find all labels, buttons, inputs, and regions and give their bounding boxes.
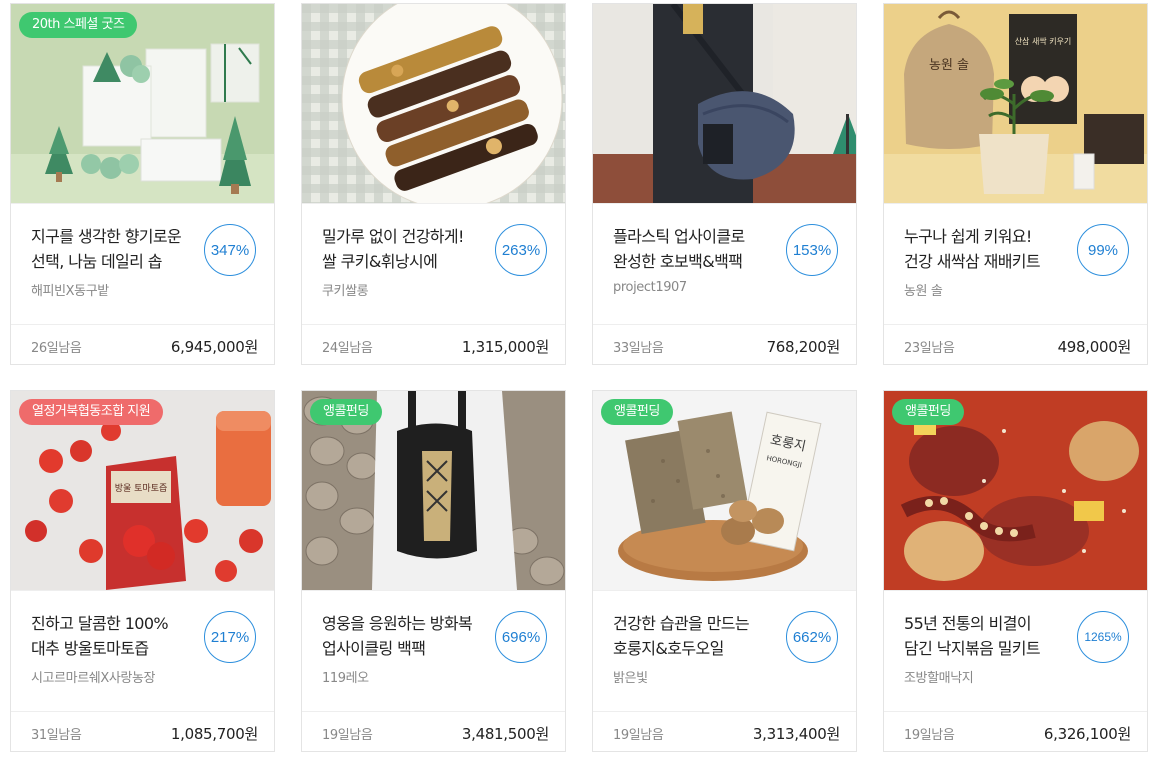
card-info: 밀가루 없이 건강하게! 쌀 쿠키&휘낭시에 쿠키쌀롱 263% [302, 204, 565, 325]
card-info: 진하고 달콤한 100% 대추 방울토마토즙 시고르마르쉐X사랑농장 217% [11, 591, 274, 712]
funded-amount: 3,481,500원 [461, 725, 549, 743]
card-title: 누구나 쉽게 키워요! 건강 새싹삼 재배키트 [904, 224, 1074, 274]
product-image: 농원 솔 산삼 새싹 키우기 [884, 4, 1147, 204]
funding-card[interactable]: 20th 스페셜 굿즈 지구를 생각한 향기로운 선택, 나눔 데일리 솝 해피… [10, 3, 275, 365]
maker-name: 시고르마르쉐X사랑농장 [31, 671, 156, 686]
title-line: 밀가루 없이 건강하게! [322, 227, 464, 246]
maker-name: project1907 [613, 280, 687, 295]
title-line: 선택, 나눔 데일리 솝 [31, 252, 163, 271]
funding-card[interactable]: 방울 토마토즙 열정거북협동조합 지원 진하고 달콤한 100% 대추 방울토마… [10, 390, 275, 752]
title-line: 완성한 호보백&백팩 [613, 252, 743, 271]
card-title: 밀가루 없이 건강하게! 쌀 쿠키&휘낭시에 [322, 224, 492, 274]
achievement-rate: 217% [204, 611, 256, 663]
funded-amount: 768,200원 [766, 338, 841, 356]
card-footer: 19일남음 6,326,100원 [884, 712, 1147, 751]
days-left: 24일남음 [322, 341, 373, 356]
funded-amount: 3,313,400원 [752, 725, 840, 743]
funding-card[interactable]: 농원 솔 산삼 새싹 키우기 누구나 쉽게 키워요! 건강 새싹삼 재배키트 농… [883, 3, 1148, 365]
card-title: 지구를 생각한 향기로운 선택, 나눔 데일리 솝 [31, 224, 201, 274]
title-line: 지구를 생각한 향기로운 [31, 227, 182, 246]
days-left: 19일남음 [613, 728, 664, 743]
card-info: 플라스틱 업사이클로 완성한 호보백&백팩 project1907 153% [593, 204, 856, 325]
card-info: 지구를 생각한 향기로운 선택, 나눔 데일리 솝 해피빈X동구밭 347% [11, 204, 274, 325]
funded-amount: 1,085,700원 [170, 725, 258, 743]
achievement-rate: 662% [786, 611, 838, 663]
achievement-rate: 1265% [1077, 611, 1129, 663]
product-image: 방울 토마토즙 열정거북협동조합 지원 [11, 391, 274, 591]
maker-name: 조방할매낙지 [904, 671, 974, 686]
maker-name: 쿠키쌀롱 [322, 284, 369, 299]
card-footer: 26일남음 6,945,000원 [11, 325, 274, 364]
product-image: 호룽지 HORONGJI 앵콜펀딩 [593, 391, 856, 591]
product-image [593, 4, 856, 204]
card-footer: 24일남음 1,315,000원 [302, 325, 565, 364]
title-line: 대추 방울토마토즙 [31, 639, 149, 658]
funding-card[interactable]: 앵콜펀딩 영웅을 응원하는 방화복 업사이클링 백팩 119레오 696% 19… [301, 390, 566, 752]
days-left: 19일남음 [322, 728, 373, 743]
promo-badge: 앵콜펀딩 [310, 399, 382, 425]
title-line: 업사이클링 백팩 [322, 639, 426, 658]
card-footer: 19일남음 3,481,500원 [302, 712, 565, 751]
card-title: 진하고 달콤한 100% 대추 방울토마토즙 [31, 611, 201, 661]
maker-name: 농원 솔 [904, 284, 943, 299]
funding-card[interactable]: 플라스틱 업사이클로 완성한 호보백&백팩 project1907 153% 3… [592, 3, 857, 365]
card-title: 건강한 습관을 만드는 호룽지&호두오일 [613, 611, 783, 661]
funding-card[interactable]: 앵콜펀딩 55년 전통의 비결이 담긴 낙지볶음 밀키트 조방할매낙지 1265… [883, 390, 1148, 752]
funding-card-grid: 20th 스페셜 굿즈 지구를 생각한 향기로운 선택, 나눔 데일리 솝 해피… [0, 0, 1160, 766]
maker-name: 밝은빛 [613, 671, 648, 686]
achievement-rate: 153% [786, 224, 838, 276]
book-title-text: 산삼 새싹 키우기 [1015, 36, 1072, 46]
product-image: 20th 스페셜 굿즈 [11, 4, 274, 204]
funded-amount: 6,326,100원 [1043, 725, 1131, 743]
card-title: 영웅을 응원하는 방화복 업사이클링 백팩 [322, 611, 492, 661]
product-label-text: 방울 토마토즙 [115, 483, 168, 494]
card-footer: 31일남음 1,085,700원 [11, 712, 274, 751]
product-image [302, 4, 565, 204]
days-left: 33일남음 [613, 341, 664, 356]
card-footer: 19일남음 3,313,400원 [593, 712, 856, 751]
card-info: 누구나 쉽게 키워요! 건강 새싹삼 재배키트 농원 솔 99% [884, 204, 1147, 325]
funded-amount: 1,315,000원 [461, 338, 549, 356]
product-label-text: 농원 솔 [929, 58, 969, 73]
title-line: 건강한 습관을 만드는 [613, 614, 750, 633]
funded-amount: 6,945,000원 [170, 338, 258, 356]
card-info: 영웅을 응원하는 방화복 업사이클링 백팩 119레오 696% [302, 591, 565, 712]
title-line: 쌀 쿠키&휘낭시에 [322, 252, 438, 271]
days-left: 31일남음 [31, 728, 82, 743]
title-line: 건강 새싹삼 재배키트 [904, 252, 1041, 271]
product-image: 앵콜펀딩 [302, 391, 565, 591]
maker-name: 해피빈X동구밭 [31, 284, 109, 299]
title-line: 플라스틱 업사이클로 [613, 227, 745, 246]
achievement-rate: 696% [495, 611, 547, 663]
funding-card[interactable]: 호룽지 HORONGJI 앵콜펀딩 건강한 습관을 만드는 호룽지&호두오일 밝… [592, 390, 857, 752]
maker-name: 119레오 [322, 671, 369, 686]
funded-amount: 498,000원 [1057, 338, 1132, 356]
card-info: 건강한 습관을 만드는 호룽지&호두오일 밝은빛 662% [593, 591, 856, 712]
card-title: 55년 전통의 비결이 담긴 낙지볶음 밀키트 [904, 611, 1074, 661]
product-image: 앵콜펀딩 [884, 391, 1147, 591]
card-info: 55년 전통의 비결이 담긴 낙지볶음 밀키트 조방할매낙지 1265% [884, 591, 1147, 712]
promo-badge: 앵콜펀딩 [601, 399, 673, 425]
title-line: 누구나 쉽게 키워요! [904, 227, 1032, 246]
title-line: 호룽지&호두오일 [613, 639, 724, 658]
achievement-rate: 263% [495, 224, 547, 276]
achievement-rate: 347% [204, 224, 256, 276]
days-left: 26일남음 [31, 341, 82, 356]
days-left: 23일남음 [904, 341, 955, 356]
title-line: 담긴 낙지볶음 밀키트 [904, 639, 1041, 658]
achievement-rate: 99% [1077, 224, 1129, 276]
card-footer: 23일남음 498,000원 [884, 325, 1147, 364]
title-line: 영웅을 응원하는 방화복 [322, 614, 473, 633]
promo-badge: 열정거북협동조합 지원 [19, 399, 164, 425]
funding-card[interactable]: 밀가루 없이 건강하게! 쌀 쿠키&휘낭시에 쿠키쌀롱 263% 24일남음 1… [301, 3, 566, 365]
promo-badge: 앵콜펀딩 [892, 399, 964, 425]
title-line: 55년 전통의 비결이 [904, 614, 1032, 633]
promo-badge: 20th 스페셜 굿즈 [19, 12, 138, 38]
title-line: 진하고 달콤한 100% [31, 614, 169, 633]
card-title: 플라스틱 업사이클로 완성한 호보백&백팩 [613, 224, 783, 274]
card-footer: 33일남음 768,200원 [593, 325, 856, 364]
days-left: 19일남음 [904, 728, 955, 743]
